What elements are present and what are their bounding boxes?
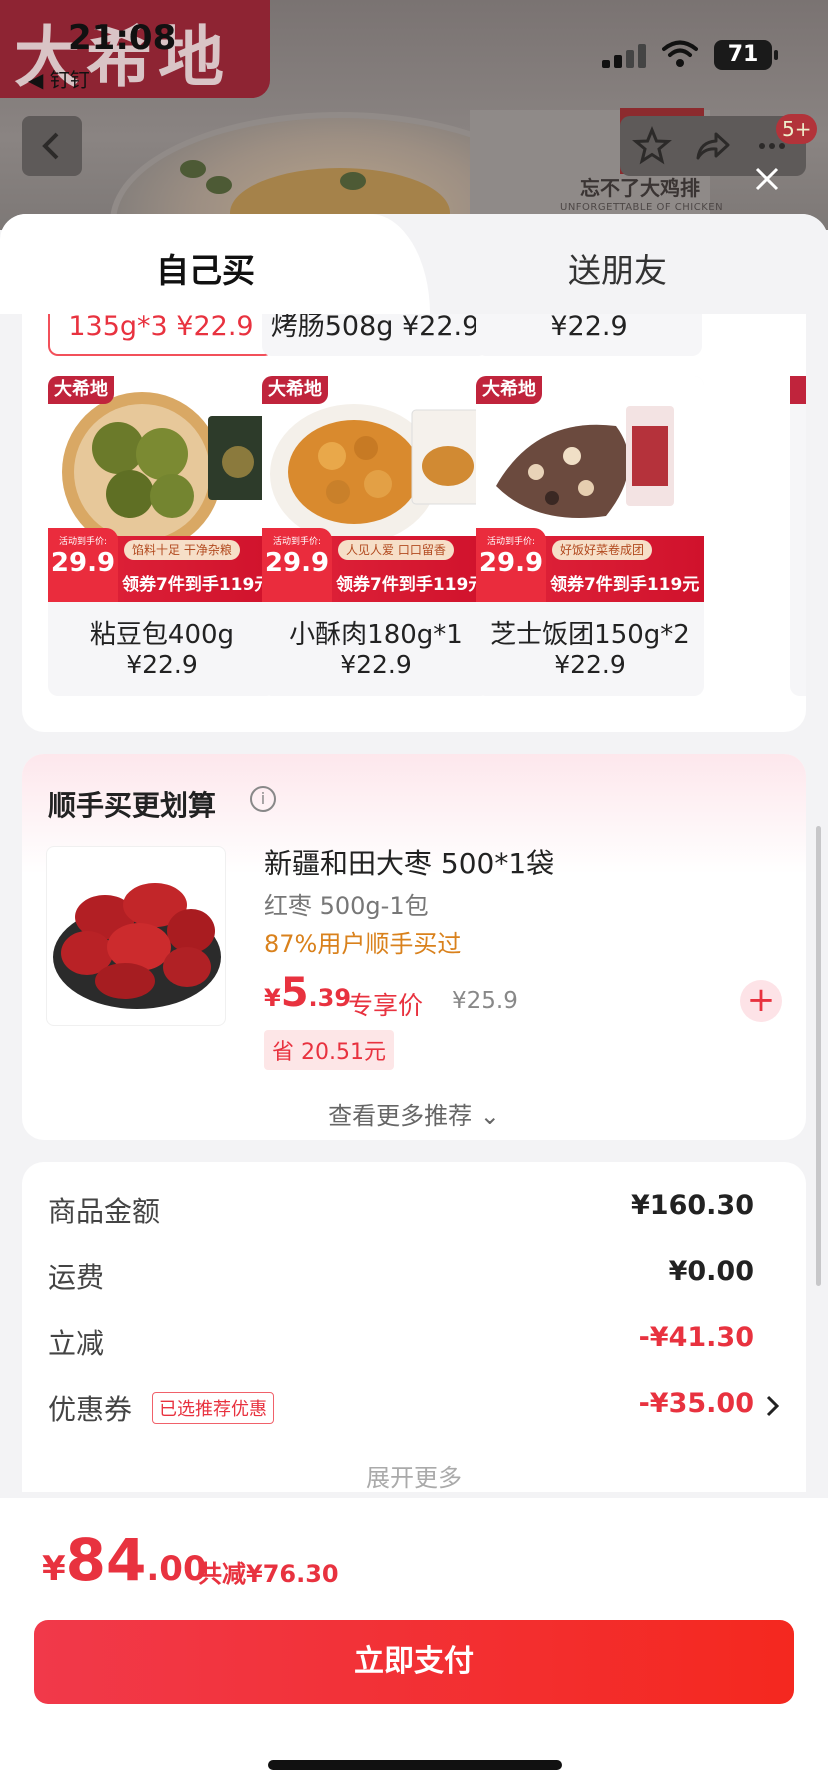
chevron-left-icon — [42, 132, 59, 160]
brand-tag: 大希地 — [48, 376, 114, 404]
variant-option-product[interactable]: 大希地 活动到手价: 29.9 人见人爱 口口留香 领券7件到手119元 小酥肉… — [262, 376, 490, 696]
promo-price: 29.9 — [478, 548, 544, 578]
info-icon[interactable]: i — [250, 786, 276, 812]
product-price: ¥22.9 — [126, 650, 198, 679]
cost-summary: 商品金额 ¥160.30 运费 ¥0.00 立减 -¥41.30 优惠券 已选推… — [22, 1162, 806, 1492]
promo-price-chip: 活动到手价: 29.9 — [476, 528, 546, 602]
upsell-price-currency: ¥ — [264, 984, 281, 1012]
total-currency: ¥ — [42, 1549, 66, 1589]
checkout-bar: ¥84.00 共减¥76.30 立即支付 — [0, 1498, 828, 1792]
total-price: ¥84.00 — [42, 1526, 207, 1594]
summary-amount: -¥41.30 — [638, 1322, 754, 1353]
summary-amount: -¥35.00 — [638, 1388, 754, 1419]
upsell-item-spec: 红枣 500g-1包 — [264, 892, 429, 920]
promo-price: 29.9 — [264, 548, 330, 578]
summary-label: 商品金额 — [48, 1195, 161, 1228]
notification-badge: 5+ — [776, 114, 818, 144]
upsell-price: ¥5.39 — [264, 970, 351, 1016]
back-to-app[interactable]: ◀ 钉钉 — [28, 64, 90, 93]
close-icon[interactable] — [752, 164, 782, 194]
variant-option-selected[interactable]: 135g*3 ¥22.9 — [48, 314, 274, 356]
total-int: 84 — [65, 1526, 147, 1594]
variant-option[interactable]: 烤肠508g ¥22.9 — [262, 314, 488, 356]
product-price: ¥22.9 — [340, 650, 412, 679]
variant-option-product[interactable]: 大希地 活动到手价: 29.9 馅料十足 干净杂粮 领券7件到手119元 粘豆包… — [48, 376, 276, 696]
garnish — [206, 176, 232, 194]
variant-option-peek[interactable] — [790, 376, 806, 696]
chevron-right-icon[interactable] — [762, 1394, 782, 1418]
purchase-mode-tabs: 自己买 送朋友 — [0, 214, 828, 314]
upsell-price-dec: .39 — [308, 984, 352, 1012]
upsell-price-label: 专享价 — [348, 991, 424, 1020]
brand-tag: 大希地 — [262, 376, 328, 404]
tab-buy-for-self-label[interactable]: 自己买 — [156, 244, 255, 292]
promo-caption: 活动到手价: — [58, 537, 108, 547]
variant-option[interactable]: ¥22.9 — [476, 314, 702, 356]
promo-caption: 活动到手价: — [486, 537, 536, 547]
brand-tag: 大希地 — [476, 376, 542, 404]
status-time: 21:08 — [68, 18, 177, 58]
tab-send-to-friend[interactable]: 送朋友 — [568, 244, 667, 292]
garnish — [340, 172, 366, 190]
upsell-item-name: 新疆和田大枣 500*1袋 — [264, 847, 555, 880]
upsell-saved-amount: 省 20.51元 — [264, 1030, 394, 1070]
promo-price-chip: 活动到手价: 29.9 — [262, 528, 332, 602]
summary-row-subtotal: 商品金额 ¥160.30 — [48, 1190, 778, 1230]
summary-label: 立减 — [48, 1327, 105, 1360]
summary-label: 优惠券 — [48, 1393, 133, 1426]
variant-grid: 135g*3 ¥22.9 烤肠508g ¥22.9 ¥22.9 大希地 活动到手… — [22, 314, 806, 732]
pay-now-button[interactable]: 立即支付 — [34, 1620, 794, 1704]
package-subtitle: UNFORGETTABLE OF CHICKEN — [560, 202, 724, 213]
summary-amount: ¥0.00 — [668, 1256, 754, 1287]
product-page-backdrop[interactable]: 忘不了大鸡排 UNFORGETTABLE OF CHICKEN 大希地 21:0… — [0, 0, 828, 332]
summary-label: 运费 — [48, 1261, 105, 1294]
product-name: 粘豆包400g — [89, 620, 235, 650]
sell-point: 人见人爱 口口留香 — [338, 540, 454, 560]
home-indicator[interactable] — [268, 1760, 562, 1770]
summary-row-coupon[interactable]: 优惠券 已选推荐优惠 -¥35.00 — [48, 1388, 780, 1428]
promo-price: 29.9 — [50, 548, 116, 578]
share-icon[interactable] — [692, 126, 732, 166]
promo-price-chip: 活动到手价: 29.9 — [48, 528, 118, 602]
summary-row-shipping: 运费 ¥0.00 — [48, 1256, 778, 1296]
add-upsell-button[interactable]: + — [740, 980, 782, 1022]
cellular-signal-icon — [602, 44, 648, 68]
sell-point: 好饭好菜卷成团 — [552, 540, 653, 560]
coupon-line: 领券7件到手119元 — [122, 575, 272, 595]
back-button[interactable] — [22, 116, 82, 176]
scrollbar[interactable] — [816, 826, 821, 1286]
more-recommendations-button[interactable]: 查看更多推荐 ⌄ — [22, 1096, 806, 1131]
brand-tag — [790, 376, 806, 404]
upsell-original-price: ¥25.9 — [452, 988, 518, 1014]
product-name: 芝士饭团150g*2 — [490, 620, 690, 650]
battery-icon: 71 — [714, 40, 778, 70]
promo-caption: 活动到手价: — [272, 537, 322, 547]
upsell-card: 顺手买更划算 i 新疆和田大枣 500*1袋 红枣 500g-1包 87%用户顺… — [22, 754, 806, 1140]
checkout-screen: 忘不了大鸡排 UNFORGETTABLE OF CHICKEN 大希地 21:0… — [0, 0, 828, 1792]
coupon-status-tag: 已选推荐优惠 — [152, 1392, 274, 1424]
upsell-price-int: 5 — [280, 970, 309, 1016]
upsell-product-image[interactable] — [46, 846, 226, 1026]
variant-option-product[interactable]: 大希地 活动到手价: 29.9 好饭好菜卷成团 领券7件到手119元 芝士饭团1… — [476, 376, 704, 696]
package-title: 忘不了大鸡排 — [580, 176, 700, 200]
product-name: 小酥肉180g*1 — [289, 620, 463, 650]
expand-more-button[interactable]: 展开更多 — [22, 1458, 806, 1493]
summary-row-discount: 立减 -¥41.30 — [48, 1322, 778, 1362]
wifi-icon — [662, 40, 698, 67]
coupon-line: 领券7件到手119元 — [550, 575, 700, 595]
product-price: ¥22.9 — [554, 650, 626, 679]
upsell-title: 顺手买更划算 — [48, 789, 217, 822]
total-saved: 共减¥76.30 — [198, 1560, 339, 1588]
summary-amount: ¥160.30 — [631, 1190, 754, 1221]
star-icon[interactable] — [632, 126, 672, 166]
sell-point: 馅料十足 干净杂粮 — [124, 540, 240, 560]
coupon-line: 领券7件到手119元 — [336, 575, 486, 595]
garnish — [180, 160, 206, 178]
upsell-item-hint: 87%用户顺手买过 — [264, 930, 462, 958]
